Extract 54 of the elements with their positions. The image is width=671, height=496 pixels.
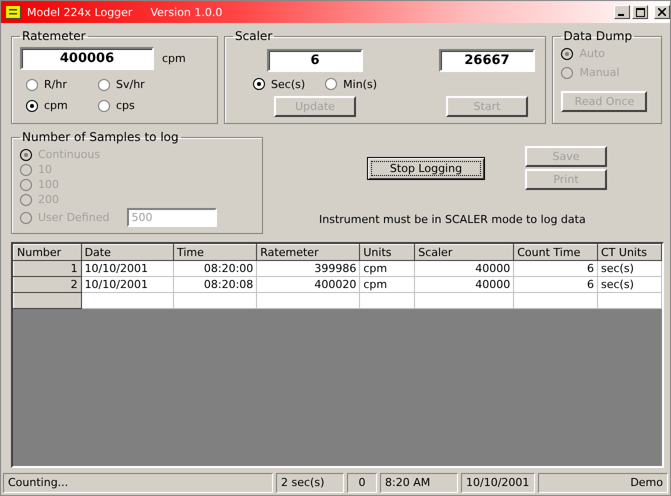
table-cell: 08:20:08 xyxy=(173,276,257,292)
close-icon xyxy=(658,8,666,16)
window-title: Model 224x Logger xyxy=(27,6,132,18)
count-time-field[interactable]: 6 xyxy=(267,49,364,72)
close-button[interactable] xyxy=(654,5,670,19)
group-label: Data Dump xyxy=(562,29,634,43)
column-header[interactable]: Time xyxy=(173,244,257,260)
table-cell: 400020 xyxy=(256,276,360,292)
status-pane: 2 sec(s) xyxy=(276,473,344,493)
radio-button[interactable]: Sv/hr xyxy=(98,78,170,91)
column-header[interactable]: Date xyxy=(81,244,174,260)
table-cell: cpm xyxy=(360,276,415,292)
scaler-display: 26667 xyxy=(439,49,535,72)
app-icon xyxy=(5,5,21,19)
ratemeter-display: 400006 xyxy=(20,47,154,70)
row-header: 1 xyxy=(14,260,82,276)
unit-label: cpm xyxy=(162,52,186,65)
column-header[interactable]: Number xyxy=(14,244,82,260)
maximize-button[interactable] xyxy=(632,5,648,19)
group-label: Number of Samples to log xyxy=(21,130,180,144)
column-header[interactable]: Units xyxy=(360,244,415,260)
minimize-button[interactable] xyxy=(614,5,630,19)
radio-button[interactable]: Min(s) xyxy=(325,78,377,90)
table-cell: 399986 xyxy=(256,260,360,276)
radio-button[interactable]: Sec(s) xyxy=(253,78,306,90)
table-cell: cpm xyxy=(360,260,415,276)
table-cell: sec(s) xyxy=(598,260,662,276)
maximize-icon xyxy=(636,8,644,16)
table-cell: sec(s) xyxy=(598,276,662,292)
table-cell: 40000 xyxy=(414,276,514,292)
column-header[interactable]: Count Time xyxy=(514,244,598,260)
table-cell: 6 xyxy=(514,260,598,276)
table-cell: 40000 xyxy=(414,260,514,276)
status-pane: Demo xyxy=(538,473,668,493)
radio-button[interactable]: cpm xyxy=(26,99,98,112)
table-cell: 10/10/2001 xyxy=(81,276,174,292)
column-header[interactable]: CT Units xyxy=(598,244,662,260)
group-label: Ratemeter xyxy=(21,29,87,43)
table-cell: 08:20:00 xyxy=(173,260,257,276)
radio-button[interactable]: R/hr xyxy=(26,78,98,91)
row-header: 2 xyxy=(14,276,82,292)
radio-button[interactable]: cps xyxy=(98,99,170,112)
group-label: Scaler xyxy=(234,29,274,43)
status-pane: 10/10/2001 xyxy=(461,473,535,493)
column-header[interactable]: Ratemeter xyxy=(256,244,360,260)
stop-logging-button[interactable]: Stop Logging xyxy=(367,156,485,180)
table-cell: 6 xyxy=(514,276,598,292)
version-label: Version 1.0.0 xyxy=(150,6,222,18)
status-pane: Counting... xyxy=(3,473,273,493)
status-pane: 8:20 AM xyxy=(380,473,458,493)
note-text: Instrument must be in SCALER mode to log data xyxy=(318,213,587,226)
table-cell: 10/10/2001 xyxy=(81,260,174,276)
column-header[interactable]: Scaler xyxy=(414,244,514,260)
status-pane: 0 xyxy=(347,473,377,493)
